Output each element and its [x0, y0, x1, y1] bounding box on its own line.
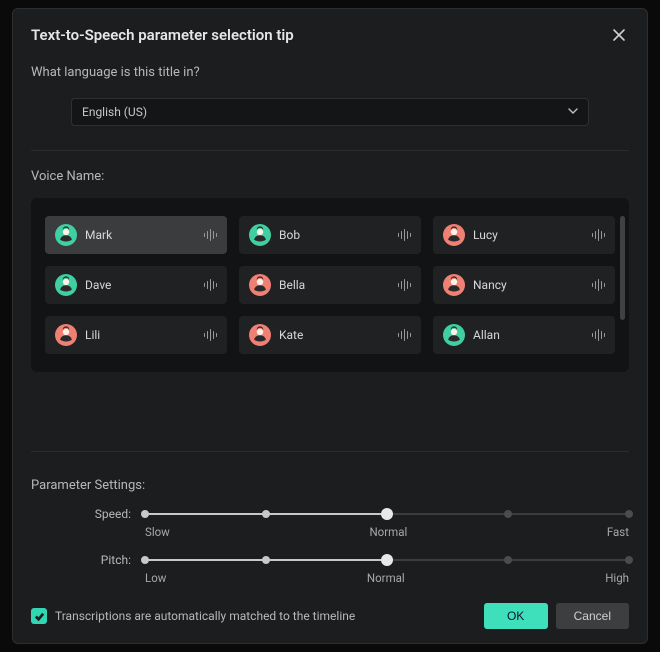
language-select-wrap: English (US)	[31, 98, 629, 146]
speed-label: Speed:	[31, 507, 131, 521]
check-icon	[34, 611, 45, 622]
pitch-slider[interactable]	[145, 553, 629, 567]
parameter-section-label: Parameter Settings:	[31, 478, 629, 493]
voice-scrollbar[interactable]	[620, 216, 625, 354]
dialog-header: Text-to-Speech parameter selection tip	[31, 25, 629, 45]
speed-tick-normal: Normal	[170, 525, 607, 539]
voice-section-label: Voice Name:	[31, 169, 629, 184]
voice-name-label: Nancy	[473, 278, 584, 292]
speed-slider-row: Speed:	[31, 507, 629, 521]
voice-item-lili[interactable]: Lili	[45, 316, 227, 354]
waveform-icon[interactable]	[398, 329, 412, 341]
voice-item-allan[interactable]: Allan	[433, 316, 615, 354]
waveform-icon[interactable]	[398, 279, 412, 291]
avatar-icon	[249, 224, 271, 246]
voice-name-label: Bella	[279, 278, 390, 292]
avatar-icon	[55, 274, 77, 296]
divider	[31, 451, 629, 452]
waveform-icon[interactable]	[398, 229, 412, 241]
language-question: What language is this title in?	[31, 65, 629, 80]
speed-slider[interactable]	[145, 507, 629, 521]
pitch-ticks: Low Normal High	[145, 571, 629, 585]
pitch-thumb[interactable]	[381, 554, 393, 566]
avatar-icon	[443, 274, 465, 296]
speed-tick-fast: Fast	[607, 525, 629, 539]
pitch-label: Pitch:	[31, 553, 131, 567]
avatar-icon	[55, 224, 77, 246]
avatar-icon	[249, 274, 271, 296]
voice-name-label: Mark	[85, 228, 196, 242]
voice-item-nancy[interactable]: Nancy	[433, 266, 615, 304]
voice-name-label: Lili	[85, 328, 196, 342]
voice-item-lucy[interactable]: Lucy	[433, 216, 615, 254]
voice-name-label: Allan	[473, 328, 584, 342]
avatar-icon	[249, 324, 271, 346]
avatar-icon	[443, 324, 465, 346]
close-icon	[612, 28, 626, 42]
chevron-down-icon	[568, 105, 578, 119]
avatar-icon	[443, 224, 465, 246]
dialog-title: Text-to-Speech parameter selection tip	[31, 26, 294, 44]
pitch-tick-normal: Normal	[166, 571, 605, 585]
waveform-icon[interactable]	[204, 329, 218, 341]
dialog-footer: Transcriptions are automatically matched…	[31, 603, 629, 629]
waveform-icon[interactable]	[204, 229, 218, 241]
voice-name-label: Kate	[279, 328, 390, 342]
pitch-tick-low: Low	[145, 571, 166, 585]
language-select[interactable]: English (US)	[71, 98, 589, 126]
voice-item-bob[interactable]: Bob	[239, 216, 421, 254]
waveform-icon[interactable]	[592, 279, 606, 291]
scrollbar-thumb[interactable]	[620, 216, 625, 320]
auto-match-label: Transcriptions are automatically matched…	[55, 609, 476, 623]
speed-thumb[interactable]	[381, 508, 393, 520]
voice-name-label: Bob	[279, 228, 390, 242]
voice-item-mark[interactable]: Mark	[45, 216, 227, 254]
pitch-slider-row: Pitch:	[31, 553, 629, 567]
language-selected-value: English (US)	[82, 105, 147, 119]
voice-name-label: Lucy	[473, 228, 584, 242]
avatar-icon	[55, 324, 77, 346]
cancel-button[interactable]: Cancel	[556, 603, 629, 629]
divider	[31, 150, 629, 151]
pitch-tick-high: High	[605, 571, 629, 585]
voice-item-dave[interactable]: Dave	[45, 266, 227, 304]
waveform-icon[interactable]	[592, 229, 606, 241]
waveform-icon[interactable]	[204, 279, 218, 291]
voice-name-label: Dave	[85, 278, 196, 292]
ok-button[interactable]: OK	[484, 603, 548, 629]
voice-item-bella[interactable]: Bella	[239, 266, 421, 304]
voice-panel: Mark Bob Lucy Dave Bella Nancy Lili Kate Allan	[31, 198, 629, 372]
waveform-icon[interactable]	[592, 329, 606, 341]
voice-grid: Mark Bob Lucy Dave Bella Nancy Lili Kate Allan	[45, 216, 615, 354]
tts-dialog: Text-to-Speech parameter selection tip W…	[12, 8, 648, 644]
close-button[interactable]	[609, 25, 629, 45]
speed-tick-slow: Slow	[145, 525, 170, 539]
voice-item-kate[interactable]: Kate	[239, 316, 421, 354]
speed-ticks: Slow Normal Fast	[145, 525, 629, 539]
auto-match-checkbox[interactable]	[31, 608, 47, 624]
